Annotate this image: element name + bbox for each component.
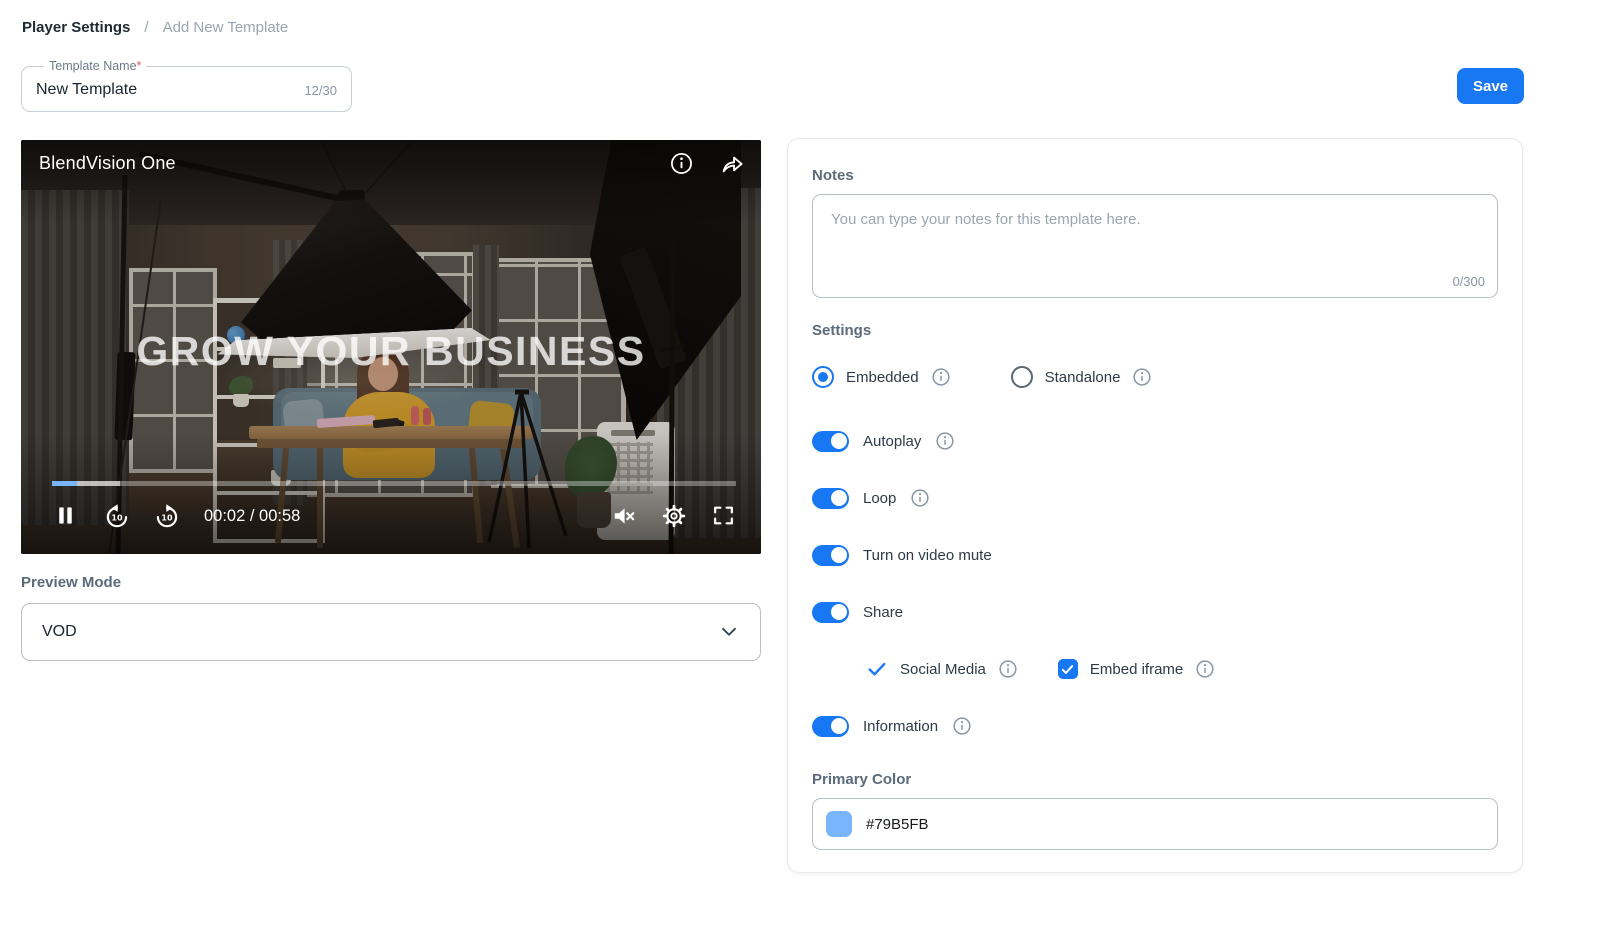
settings-card: Notes 0/300 Settings Embedded Standalone… bbox=[787, 138, 1523, 873]
svg-text:10: 10 bbox=[111, 513, 123, 522]
settings-gear-icon[interactable] bbox=[661, 503, 685, 529]
info-icon[interactable] bbox=[910, 488, 930, 508]
info-icon[interactable] bbox=[1132, 367, 1152, 387]
primary-color-field[interactable]: #79B5FB bbox=[812, 798, 1498, 850]
share-icon[interactable] bbox=[720, 151, 745, 176]
toggle-row-share: Share bbox=[812, 600, 1498, 624]
radio-embedded-label: Embedded bbox=[846, 369, 919, 386]
radio-embedded[interactable]: Embedded bbox=[812, 366, 951, 388]
progress-played bbox=[52, 481, 77, 486]
mode-radio-group: Embedded Standalone bbox=[812, 365, 1498, 389]
notes-field: 0/300 bbox=[812, 194, 1498, 298]
info-icon[interactable] bbox=[952, 716, 972, 736]
required-asterisk: * bbox=[137, 59, 142, 73]
video-player[interactable]: GROW YOUR BUSINESS BlendVision One 10 10… bbox=[21, 140, 761, 554]
breadcrumb-player-settings[interactable]: Player Settings bbox=[22, 19, 130, 36]
color-swatch[interactable] bbox=[826, 811, 852, 837]
info-icon[interactable] bbox=[931, 367, 951, 387]
toggle-row-autoplay: Autoplay bbox=[812, 429, 1498, 453]
preview-mode-label: Preview Mode bbox=[21, 574, 121, 591]
social-media-check-icon[interactable] bbox=[866, 658, 888, 680]
loop-label: Loop bbox=[863, 490, 896, 507]
autoplay-toggle[interactable] bbox=[812, 431, 849, 452]
breadcrumb: Player Settings / Add New Template bbox=[22, 19, 288, 36]
toggle-row-video-mute: Turn on video mute bbox=[812, 543, 1498, 567]
notes-textarea[interactable] bbox=[813, 195, 1497, 297]
radio-standalone-label: Standalone bbox=[1045, 369, 1121, 386]
save-button[interactable]: Save bbox=[1457, 68, 1524, 104]
preview-mode-select[interactable]: VOD bbox=[21, 603, 761, 661]
fullscreen-icon[interactable] bbox=[711, 503, 735, 529]
embed-iframe-label: Embed iframe bbox=[1090, 661, 1183, 678]
video-mute-label: Turn on video mute bbox=[863, 547, 992, 564]
notes-counter: 0/300 bbox=[1452, 274, 1485, 289]
pause-icon[interactable] bbox=[54, 503, 78, 529]
breadcrumb-add-new-template: Add New Template bbox=[163, 19, 289, 36]
player-title: BlendVision One bbox=[39, 153, 176, 174]
template-name-counter: 12/30 bbox=[304, 83, 337, 98]
toggle-row-loop: Loop bbox=[812, 486, 1498, 510]
autoplay-label: Autoplay bbox=[863, 433, 921, 450]
information-label: Information bbox=[863, 718, 938, 735]
player-bottom-gradient bbox=[21, 434, 761, 554]
playback-time: 00:02 / 00:58 bbox=[204, 507, 300, 526]
radio-embedded-control[interactable] bbox=[812, 366, 834, 388]
info-icon[interactable] bbox=[1195, 659, 1215, 679]
share-options-row: Social Media Embed iframe bbox=[866, 657, 1498, 681]
video-overlay-text: GROW YOUR BUSINESS bbox=[21, 328, 761, 375]
svg-text:10: 10 bbox=[161, 513, 173, 522]
loop-toggle[interactable] bbox=[812, 488, 849, 509]
breadcrumb-separator: / bbox=[144, 19, 148, 36]
radio-standalone[interactable]: Standalone bbox=[1011, 366, 1153, 388]
video-mute-toggle[interactable] bbox=[812, 545, 849, 566]
primary-color-value: #79B5FB bbox=[866, 816, 929, 833]
forward-10-icon[interactable]: 10 bbox=[154, 503, 178, 529]
toggle-row-information: Information bbox=[812, 714, 1498, 738]
preview-mode-value: VOD bbox=[42, 623, 77, 641]
share-toggle[interactable] bbox=[812, 602, 849, 623]
share-label: Share bbox=[863, 604, 903, 621]
primary-color-label: Primary Color bbox=[812, 771, 1498, 788]
info-icon[interactable] bbox=[935, 431, 955, 451]
info-icon[interactable] bbox=[669, 151, 694, 176]
progress-bar[interactable] bbox=[52, 481, 736, 486]
mute-icon[interactable] bbox=[611, 503, 635, 529]
embed-iframe-checkbox[interactable] bbox=[1058, 659, 1078, 679]
template-name-field[interactable]: Template Name* New Template 12/30 bbox=[21, 59, 352, 112]
info-icon[interactable] bbox=[998, 659, 1018, 679]
rewind-10-icon[interactable]: 10 bbox=[104, 503, 128, 529]
template-name-label: Template Name* bbox=[44, 59, 146, 73]
notes-label: Notes bbox=[812, 167, 1498, 184]
radio-standalone-control[interactable] bbox=[1011, 366, 1033, 388]
template-name-input[interactable]: New Template bbox=[36, 81, 137, 99]
chevron-down-icon bbox=[718, 621, 740, 643]
information-toggle[interactable] bbox=[812, 716, 849, 737]
social-media-label: Social Media bbox=[900, 661, 986, 678]
settings-label: Settings bbox=[812, 322, 1498, 339]
